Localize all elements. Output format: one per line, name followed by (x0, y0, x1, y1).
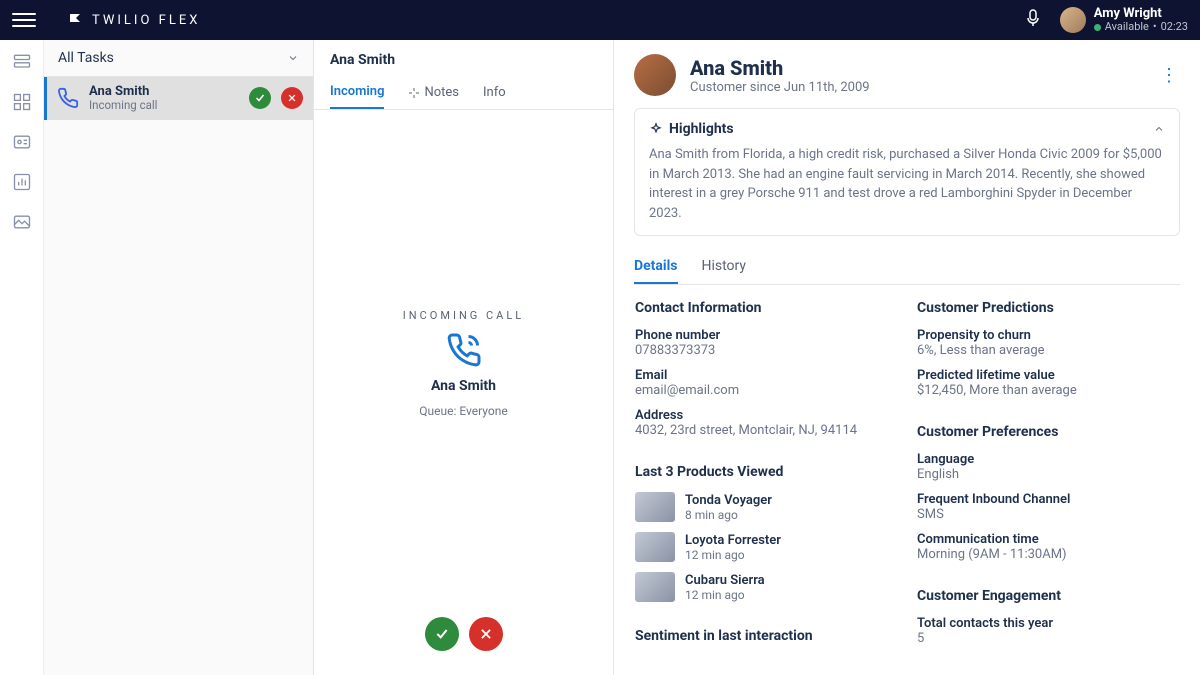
brand-text: TWILIO FLEX (92, 13, 200, 28)
tasks-panel: All Tasks Ana Smith Incoming call (44, 40, 314, 675)
product-row[interactable]: Tonda Voyager8 min ago (635, 492, 897, 522)
mic-button[interactable] (1026, 9, 1040, 31)
subtab-history[interactable]: History (702, 250, 747, 284)
contact-info-section: Contact Information Phone number 0788337… (634, 299, 898, 449)
nav-contacts-icon[interactable] (12, 132, 32, 152)
address-value: 4032, 23rd street, Montclair, NJ, 94114 (635, 423, 897, 438)
nav-image-icon[interactable] (12, 212, 32, 232)
products-section: Last 3 Products Viewed Tonda Voyager8 mi… (634, 463, 898, 613)
left-nav (0, 40, 44, 675)
highlights-label: Highlights (669, 121, 734, 137)
subtab-details[interactable]: Details (634, 250, 678, 284)
highlights-text: Ana Smith from Florida, a high credit ri… (649, 145, 1165, 223)
user-menu[interactable]: Amy Wright Available • 02:23 (1060, 7, 1188, 33)
chevron-up-icon[interactable] (1153, 123, 1165, 135)
caller-name: Ana Smith (431, 378, 496, 394)
user-name: Amy Wright (1094, 7, 1188, 21)
detail-panel: Ana Smith Customer since Jun 11th, 2009 … (614, 40, 1200, 675)
sparkle-icon (649, 122, 663, 136)
flag-icon (68, 12, 84, 28)
check-icon (254, 92, 266, 104)
email-value: email@email.com (635, 383, 897, 398)
tab-info[interactable]: Info (483, 76, 506, 109)
preferences-section: Customer Preferences Language English Fr… (916, 423, 1180, 573)
product-row[interactable]: Cubaru Sierra12 min ago (635, 572, 897, 602)
product-thumb (635, 492, 675, 522)
incoming-label: INCOMING CALL (403, 309, 524, 322)
nav-tasks-icon[interactable] (12, 52, 32, 72)
nav-dashboard-icon[interactable] (12, 172, 32, 192)
product-thumb (635, 572, 675, 602)
user-status: Available • 02:23 (1094, 21, 1188, 33)
reject-task-button[interactable] (281, 87, 303, 109)
queue-label: Queue: Everyone (419, 404, 507, 418)
menu-button[interactable] (12, 8, 36, 32)
x-icon (479, 627, 493, 641)
x-icon (287, 93, 297, 103)
task-subtitle: Incoming call (89, 99, 239, 112)
phone-incoming-icon (57, 87, 79, 109)
tab-notes[interactable]: Notes (408, 76, 459, 109)
status-dot-icon (1094, 24, 1101, 31)
tab-incoming[interactable]: Incoming (330, 76, 384, 109)
microphone-icon (1026, 9, 1040, 27)
nav-grid-icon[interactable] (12, 92, 32, 112)
customer-avatar (634, 54, 676, 96)
product-row[interactable]: Loyota Forrester12 min ago (635, 532, 897, 562)
sentiment-section: Sentiment in last interaction (634, 627, 898, 657)
check-icon (434, 626, 450, 642)
customer-since: Customer since Jun 11th, 2009 (690, 80, 870, 95)
detail-subtabs: Details History (634, 250, 1180, 285)
call-header: Ana Smith (314, 40, 613, 68)
task-name: Ana Smith (89, 85, 239, 99)
highlights-card: Highlights Ana Smith from Florida, a hig… (634, 108, 1180, 236)
chevron-down-icon (287, 52, 299, 64)
brand-logo: TWILIO FLEX (68, 12, 200, 28)
predictions-section: Customer Predictions Propensity to churn… (916, 299, 1180, 409)
accept-call-button[interactable] (425, 617, 459, 651)
sparkle-icon (408, 87, 420, 99)
call-tabs: Incoming Notes Info (314, 68, 613, 110)
user-avatar (1060, 7, 1086, 33)
more-menu-button[interactable]: ⋮ (1160, 65, 1180, 86)
phone-value: 07883373373 (635, 343, 897, 358)
accept-task-button[interactable] (249, 87, 271, 109)
topbar: TWILIO FLEX Amy Wright Available • 02:23 (0, 0, 1200, 40)
reject-call-button[interactable] (469, 617, 503, 651)
call-panel: Ana Smith Incoming Notes Info INCOMING C… (314, 40, 614, 675)
customer-name: Ana Smith (690, 56, 870, 80)
engagement-section: Customer Engagement Total contacts this … (916, 587, 1180, 657)
tasks-header[interactable]: All Tasks (44, 40, 313, 77)
task-item[interactable]: Ana Smith Incoming call (44, 77, 313, 120)
phone-ringing-icon (446, 332, 482, 368)
product-thumb (635, 532, 675, 562)
